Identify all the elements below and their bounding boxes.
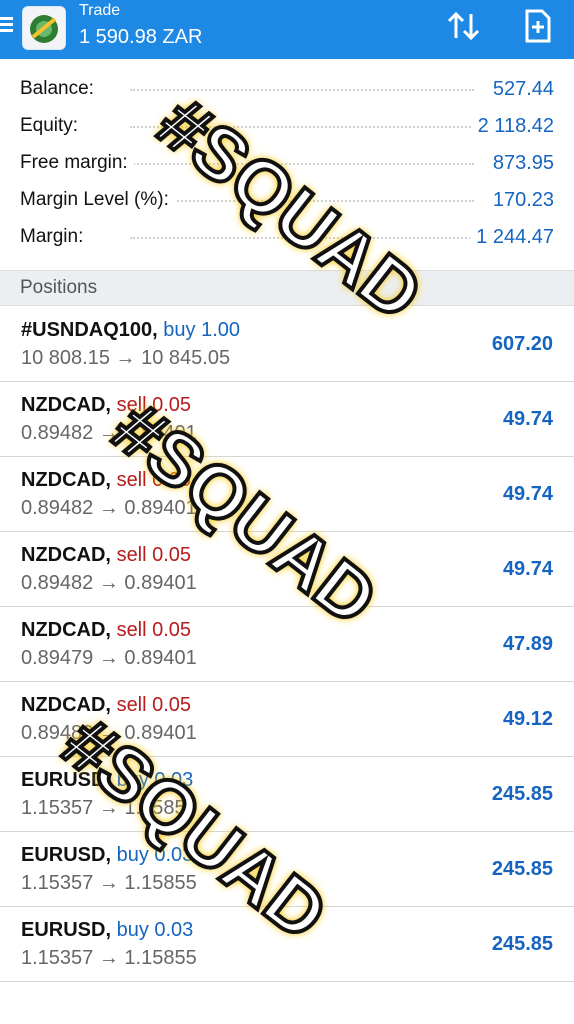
position-symbol-line: EURUSD, buy 0.03	[21, 844, 193, 867]
menu-icon[interactable]	[0, 14, 14, 36]
position-profit: 607.20	[491, 333, 553, 355]
position-prices: 1.15357 → 1.15855	[21, 947, 197, 969]
position-row[interactable]: NZDCAD, sell 0.05 0.89479 → 0.89401 47.8…	[0, 607, 574, 682]
position-row[interactable]: NZDCAD, sell 0.05 0.89482 → 0.89401 49.7…	[0, 382, 574, 457]
dotted-leader	[130, 163, 474, 165]
positions-list: #USNDAQ100, buy 1.00 10 808.15 → 10 845.…	[0, 307, 574, 982]
position-side: sell 0.05	[116, 469, 192, 491]
position-side: sell 0.05	[116, 619, 192, 641]
position-profit: 49.74	[502, 408, 553, 430]
position-profit: 49.12	[502, 708, 553, 730]
position-prices: 10 808.15 → 10 845.05	[21, 347, 231, 369]
summary-label: Balance:	[20, 78, 100, 100]
dotted-leader	[130, 89, 474, 91]
position-profit: 245.85	[491, 933, 553, 955]
app-logo	[22, 6, 66, 50]
summary-row-margin: Margin: 1 244.47	[0, 220, 574, 257]
position-prices: 1.15357 → 1.15855	[21, 872, 197, 894]
position-prices: 0.89482 → 0.89401	[21, 722, 197, 744]
summary-row-equity: Equity: 2 118.42	[0, 109, 574, 146]
position-profit: 49.74	[502, 483, 553, 505]
positions-header-label: Positions	[20, 277, 98, 298]
top-bar: Trade 1 590.98 ZAR	[0, 0, 574, 59]
position-symbol: EURUSD,	[21, 844, 112, 866]
position-symbol: NZDCAD,	[21, 544, 111, 566]
position-symbol: EURUSD,	[21, 919, 112, 941]
page-title: Trade	[79, 2, 121, 19]
summary-label: Margin Level (%):	[20, 189, 175, 211]
position-profit: 47.89	[502, 633, 553, 655]
dotted-leader	[130, 237, 474, 239]
position-prices: 0.89479 → 0.89401	[21, 647, 197, 669]
summary-label: Equity:	[20, 115, 85, 137]
summary-label: Margin:	[20, 226, 90, 248]
position-symbol-line: EURUSD, buy 0.03	[21, 919, 193, 942]
position-row[interactable]: NZDCAD, sell 0.05 0.89482 → 0.89401 49.7…	[0, 457, 574, 532]
summary-value: 170.23	[486, 189, 554, 212]
position-side: buy 1.00	[163, 319, 241, 341]
summary-row-balance: Balance: 527.44	[0, 72, 574, 109]
summary-row-free-margin: Free margin: 873.95	[0, 146, 574, 183]
position-row[interactable]: EURUSD, buy 0.03 1.15357 → 1.15855 245.8…	[0, 832, 574, 907]
position-prices: 0.89482 → 0.89401	[21, 497, 197, 519]
position-row[interactable]: NZDCAD, sell 0.05 0.89482 → 0.89401 49.7…	[0, 532, 574, 607]
position-row[interactable]: #USNDAQ100, buy 1.00 10 808.15 → 10 845.…	[0, 307, 574, 382]
position-row[interactable]: EURUSD, buy 0.03 1.15357 → 1.15855 245.8…	[0, 907, 574, 982]
position-symbol: NZDCAD,	[21, 469, 111, 491]
position-side: buy 0.03	[116, 919, 194, 941]
position-symbol-line: NZDCAD, sell 0.05	[21, 544, 191, 567]
positions-section-header: Positions	[0, 270, 574, 306]
new-order-icon[interactable]	[520, 8, 556, 44]
position-symbol: NZDCAD,	[21, 694, 111, 716]
summary-value: 1 244.47	[470, 226, 554, 249]
account-balance-line: 1 590.98 ZAR	[79, 26, 203, 48]
position-row[interactable]: NZDCAD, sell 0.05 0.89482 → 0.89401 49.1…	[0, 682, 574, 757]
position-side: sell 0.05	[116, 394, 192, 416]
position-symbol-line: EURUSD, buy 0.03	[21, 769, 193, 792]
sort-icon[interactable]	[444, 8, 484, 44]
position-symbol-line: NZDCAD, sell 0.05	[21, 619, 191, 642]
position-symbol-line: #USNDAQ100, buy 1.00	[21, 319, 240, 342]
position-symbol: NZDCAD,	[21, 394, 111, 416]
position-profit: 245.85	[491, 783, 553, 805]
dotted-leader	[130, 126, 474, 128]
position-side: sell 0.05	[116, 694, 192, 716]
position-symbol-line: NZDCAD, sell 0.05	[21, 469, 191, 492]
position-symbol: #USNDAQ100,	[21, 319, 158, 341]
position-symbol-line: NZDCAD, sell 0.05	[21, 694, 191, 717]
position-profit: 245.85	[491, 858, 553, 880]
summary-value: 527.44	[486, 78, 554, 101]
position-symbol: EURUSD,	[21, 769, 112, 791]
title-block: Trade 1 590.98 ZAR	[79, 2, 202, 49]
account-summary: Balance: 527.44 Equity: 2 118.42 Free ma…	[0, 72, 574, 257]
dotted-leader	[130, 200, 474, 202]
position-side: buy 0.03	[116, 769, 194, 791]
position-profit: 49.74	[502, 558, 553, 580]
position-prices: 0.89482 → 0.89401	[21, 572, 197, 594]
position-side: sell 0.05	[116, 544, 192, 566]
summary-row-margin-level: Margin Level (%): 170.23	[0, 183, 574, 220]
position-symbol-line: NZDCAD, sell 0.05	[21, 394, 191, 417]
position-side: buy 0.03	[116, 844, 194, 866]
summary-label: Free margin:	[20, 152, 134, 174]
summary-value: 2 118.42	[471, 115, 554, 138]
position-symbol: NZDCAD,	[21, 619, 111, 641]
position-row[interactable]: EURUSD, buy 0.03 1.15357 → 1.15855 245.8…	[0, 757, 574, 832]
position-prices: 0.89482 → 0.89401	[21, 422, 197, 444]
position-prices: 1.15357 → 1.15855	[21, 797, 197, 819]
summary-value: 873.95	[486, 152, 554, 175]
